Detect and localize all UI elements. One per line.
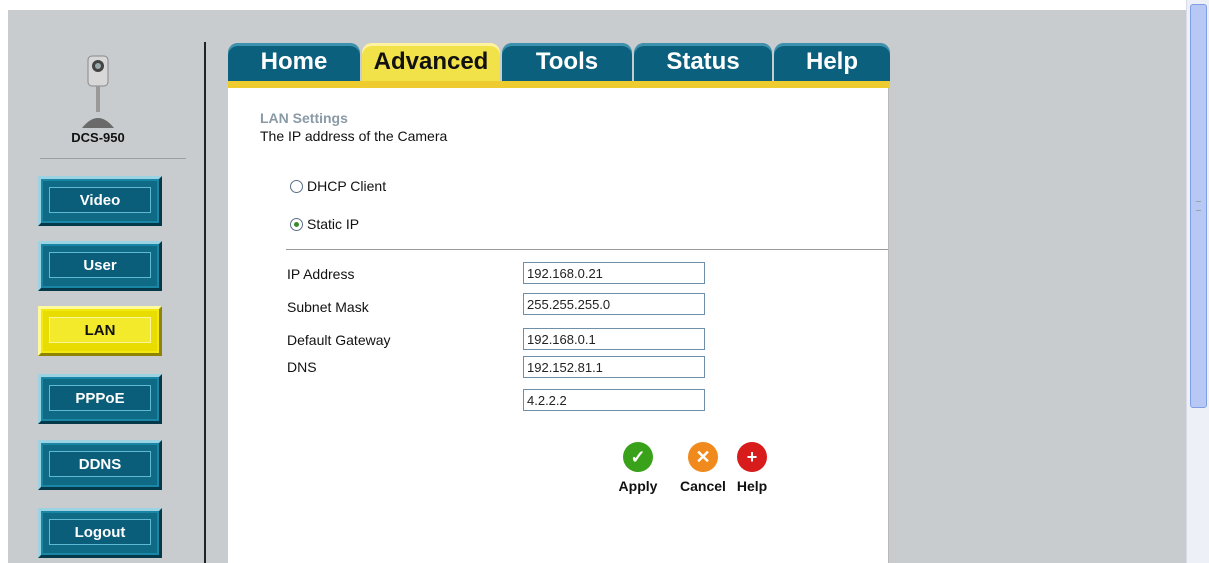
nav-button-video[interactable]: Video xyxy=(38,176,162,226)
plus-help-icon: + xyxy=(737,442,767,472)
camera-icon xyxy=(78,52,118,132)
checkmark-icon: ✓ xyxy=(623,442,653,472)
nav-button-label: User xyxy=(49,252,151,278)
nav-button-label: PPPoE xyxy=(49,385,151,411)
radio-label: DHCP Client xyxy=(307,178,387,194)
device-model-label: DCS-950 xyxy=(71,130,125,145)
nav-button-pppoe[interactable]: PPPoE xyxy=(38,374,162,424)
section-description: The IP address of the Camera xyxy=(260,128,448,144)
cancel-label: Cancel xyxy=(680,478,726,494)
cancel-button[interactable]: ✕ Cancel xyxy=(680,442,726,494)
ip-address-label: IP Address xyxy=(287,266,355,282)
ip-address-input[interactable] xyxy=(523,262,705,284)
radio-dhcp-client[interactable]: DHCP Client xyxy=(290,178,386,194)
nav-button-label: DDNS xyxy=(49,451,151,477)
radio-label: Static IP xyxy=(307,216,360,232)
dns-secondary-input[interactable] xyxy=(523,389,705,411)
apply-label: Apply xyxy=(618,478,658,494)
default-gateway-label: Default Gateway xyxy=(287,332,391,348)
nav-button-label: Logout xyxy=(49,519,151,545)
section-title: LAN Settings xyxy=(260,110,348,126)
subnet-mask-label: Subnet Mask xyxy=(287,299,369,315)
help-button[interactable]: + Help xyxy=(732,442,772,494)
apply-button[interactable]: ✓ Apply xyxy=(618,442,658,494)
default-gateway-input[interactable] xyxy=(523,328,705,350)
radio-static-ip[interactable]: Static IP xyxy=(290,216,359,232)
subnet-mask-input[interactable] xyxy=(523,293,705,315)
tab-tools[interactable]: Tools xyxy=(502,43,632,81)
dns-primary-input[interactable] xyxy=(523,356,705,378)
lan-settings-panel: LAN Settings The IP address of the Camer… xyxy=(228,88,889,563)
nav-button-user[interactable]: User xyxy=(38,241,162,291)
tab-advanced[interactable]: Advanced xyxy=(362,43,500,81)
tab-underline xyxy=(228,81,890,88)
nav-button-ddns[interactable]: DDNS xyxy=(38,440,162,490)
dns-label: DNS xyxy=(287,359,317,375)
top-tab-bar: Home Advanced Tools Status Help xyxy=(228,43,890,88)
nav-button-lan[interactable]: LAN xyxy=(38,306,162,356)
radio-checked-icon[interactable] xyxy=(290,217,303,231)
help-label: Help xyxy=(736,478,768,494)
tab-home[interactable]: Home xyxy=(228,43,360,81)
vertical-scrollbar[interactable] xyxy=(1186,0,1209,563)
cancel-x-icon: ✕ xyxy=(688,442,718,472)
sidebar-divider-line xyxy=(40,158,186,159)
sidebar-vertical-divider xyxy=(204,42,206,563)
tab-status[interactable]: Status xyxy=(634,43,772,81)
nav-button-label: Video xyxy=(49,187,151,213)
scrollbar-grip xyxy=(1196,201,1201,211)
section-separator xyxy=(286,249,888,250)
nav-button-label: LAN xyxy=(49,317,151,343)
nav-button-logout[interactable]: Logout xyxy=(38,508,162,558)
scrollbar-thumb[interactable] xyxy=(1190,4,1207,408)
tab-help[interactable]: Help xyxy=(774,43,890,81)
radio-circle-icon[interactable] xyxy=(290,179,303,193)
